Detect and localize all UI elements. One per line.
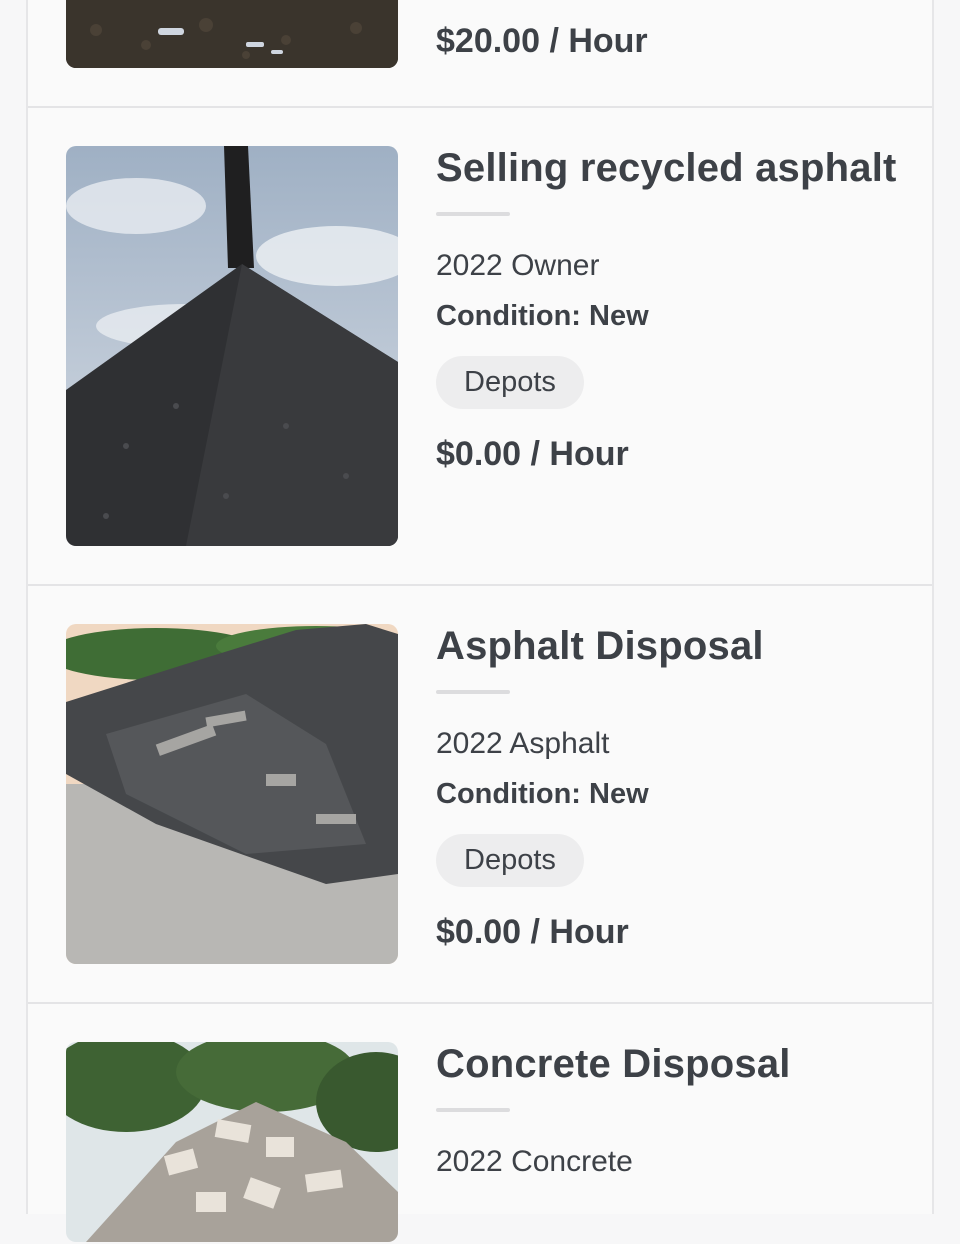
listing-price: $0.00 / Hour (436, 913, 629, 951)
listing-condition: Condition: New (436, 778, 649, 810)
listing-image[interactable] (66, 0, 398, 68)
title-divider (436, 212, 510, 216)
listing-owner-line: 2022 Concrete (436, 1145, 633, 1178)
listing-image[interactable] (66, 146, 398, 546)
listing-image[interactable] (66, 624, 398, 964)
listings-page: $20.00 / Hour Selling recycled asphalt 2… (26, 0, 934, 1242)
listing-price: $20.00 / Hour (436, 22, 648, 60)
listing-owner-line: 2022 Owner (436, 249, 600, 282)
listing-title[interactable]: Selling recycled asphalt (436, 138, 906, 198)
listing-condition: Condition: New (436, 300, 649, 332)
listing-title[interactable]: Concrete Disposal (436, 1034, 906, 1094)
listing-image[interactable] (66, 1042, 398, 1242)
listing-card[interactable]: Selling recycled asphalt 2022 Owner Cond… (28, 108, 932, 586)
listing-card[interactable]: Asphalt Disposal 2022 Asphalt Condition:… (28, 586, 932, 1004)
listing-title[interactable]: Asphalt Disposal (436, 616, 906, 676)
listing-price: $0.00 / Hour (436, 435, 629, 473)
category-chip[interactable]: Depots (436, 356, 584, 409)
category-chip[interactable]: Depots (436, 834, 584, 887)
title-divider (436, 1108, 510, 1112)
listing-card[interactable]: $20.00 / Hour (28, 0, 932, 108)
listing-owner-line: 2022 Asphalt (436, 727, 610, 760)
listing-card[interactable]: Concrete Disposal 2022 Concrete (28, 1004, 932, 1244)
title-divider (436, 690, 510, 694)
